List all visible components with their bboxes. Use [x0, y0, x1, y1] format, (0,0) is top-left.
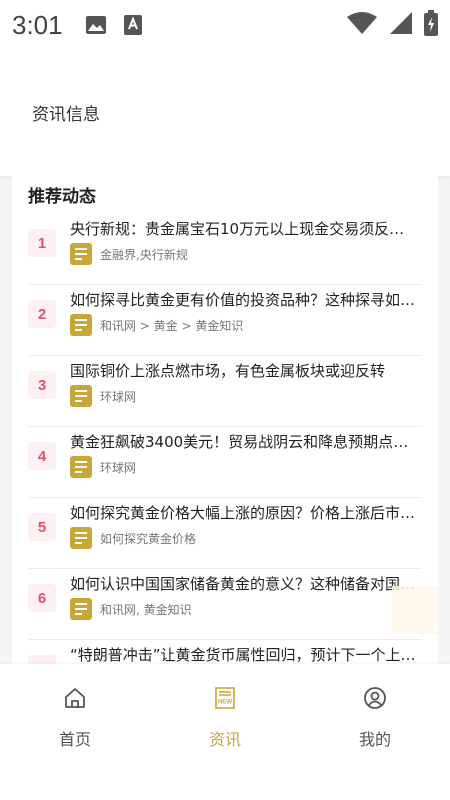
floating-overlay[interactable]	[392, 586, 438, 634]
rank-badge: 3	[28, 371, 56, 399]
news-item[interactable]: 5 如何探究黄金价格大幅上涨的原因？价格上涨后市如何 如何探究黄金价格	[28, 498, 422, 569]
text-a-icon	[123, 14, 143, 36]
news-title: 国际铜价上涨点燃市场，有色金属板块或迎反转	[70, 362, 386, 380]
bottom-tab-bar: 首页 NEW 资讯 我的	[0, 664, 450, 800]
news-source: 和讯网 > 黄金 > 黄金知识	[70, 314, 243, 336]
news-title: “特朗普冲击”让黄金货币属性回归，预计下一个上行周期	[70, 646, 418, 664]
news-source: 环球网	[70, 385, 136, 407]
news-source-text: 如何探究黄金价格	[100, 531, 197, 546]
article-icon	[70, 598, 92, 620]
news-source: 如何探究黄金价格	[70, 527, 196, 549]
news-source-text: 环球网	[100, 460, 137, 475]
rank-badge: 4	[28, 442, 56, 470]
news-title: 如何认识中国国家储备黄金的意义？这种储备对国家有何影响	[70, 575, 418, 593]
status-bar: 3:01	[0, 0, 450, 50]
rank-badge: 2	[28, 300, 56, 328]
rank-badge: 5	[28, 513, 56, 541]
news-item[interactable]: 1 央行新规：贵金属宝石10万元以上现金交易须反洗钱报告 金融界,央行新规	[28, 214, 422, 285]
news-source-text: 环球网	[100, 389, 137, 404]
page-title: 资讯信息	[32, 105, 100, 125]
news-title: 如何探寻比黄金更有价值的投资品种？这种探寻如何进行	[70, 291, 418, 309]
news-source-text: 金融界,央行新规	[100, 247, 188, 262]
recommended-news-card: 推荐动态 1 央行新规：贵金属宝石10万元以上现金交易须反洗钱报告 金融界,央行…	[12, 176, 438, 666]
section-title: 推荐动态	[28, 187, 96, 207]
article-icon	[70, 527, 92, 549]
news-source: 和讯网, 黄金知识	[70, 598, 192, 620]
news-source: 金融界,央行新规	[70, 243, 188, 265]
news-item[interactable]: 7 “特朗普冲击”让黄金货币属性回归，预计下一个上行周期	[28, 640, 422, 666]
news-title: 央行新规：贵金属宝石10万元以上现金交易须反洗钱报告	[70, 220, 418, 238]
tab-home[interactable]: 首页	[25, 686, 125, 756]
battery-icon	[424, 10, 438, 40]
article-icon	[70, 243, 92, 265]
news-list: 1 央行新规：贵金属宝石10万元以上现金交易须反洗钱报告 金融界,央行新规 2 …	[12, 214, 438, 666]
wifi-icon	[346, 11, 378, 39]
news-item[interactable]: 4 黄金狂飙破3400美元！贸易战阴云和降息预期点燃市场 环球网	[28, 427, 422, 498]
svg-text:NEW: NEW	[218, 700, 232, 706]
article-icon	[70, 314, 92, 336]
news-icon: NEW	[213, 686, 237, 714]
article-icon	[70, 456, 92, 478]
rank-badge: 1	[28, 229, 56, 257]
rank-badge: 6	[28, 584, 56, 612]
news-title: 如何探究黄金价格大幅上涨的原因？价格上涨后市如何	[70, 504, 418, 522]
home-icon	[63, 686, 87, 714]
tab-news[interactable]: NEW 资讯	[175, 686, 275, 756]
signal-icon	[388, 11, 414, 39]
app-header: 资讯信息	[0, 50, 450, 176]
news-title: 黄金狂飙破3400美元！贸易战阴云和降息预期点燃市场	[70, 433, 418, 451]
status-time: 3:01	[12, 9, 63, 40]
news-item[interactable]: 6 如何认识中国国家储备黄金的意义？这种储备对国家有何影响 和讯网, 黄金知识	[28, 569, 422, 640]
news-item[interactable]: 3 国际铜价上涨点燃市场，有色金属板块或迎反转 环球网	[28, 356, 422, 427]
tab-label: 首页	[58, 730, 91, 749]
news-source: 环球网	[70, 456, 136, 478]
profile-icon	[363, 686, 387, 714]
news-item[interactable]: 2 如何探寻比黄金更有价值的投资品种？这种探寻如何进行 和讯网 > 黄金 > 黄…	[28, 285, 422, 356]
news-source-text: 和讯网, 黄金知识	[100, 602, 192, 617]
news-source-text: 和讯网 > 黄金 > 黄金知识	[100, 318, 244, 333]
tab-profile[interactable]: 我的	[325, 686, 425, 756]
tab-label: 资讯	[208, 730, 241, 749]
tab-label: 我的	[358, 730, 391, 749]
article-icon	[70, 385, 92, 407]
image-icon	[85, 15, 107, 35]
